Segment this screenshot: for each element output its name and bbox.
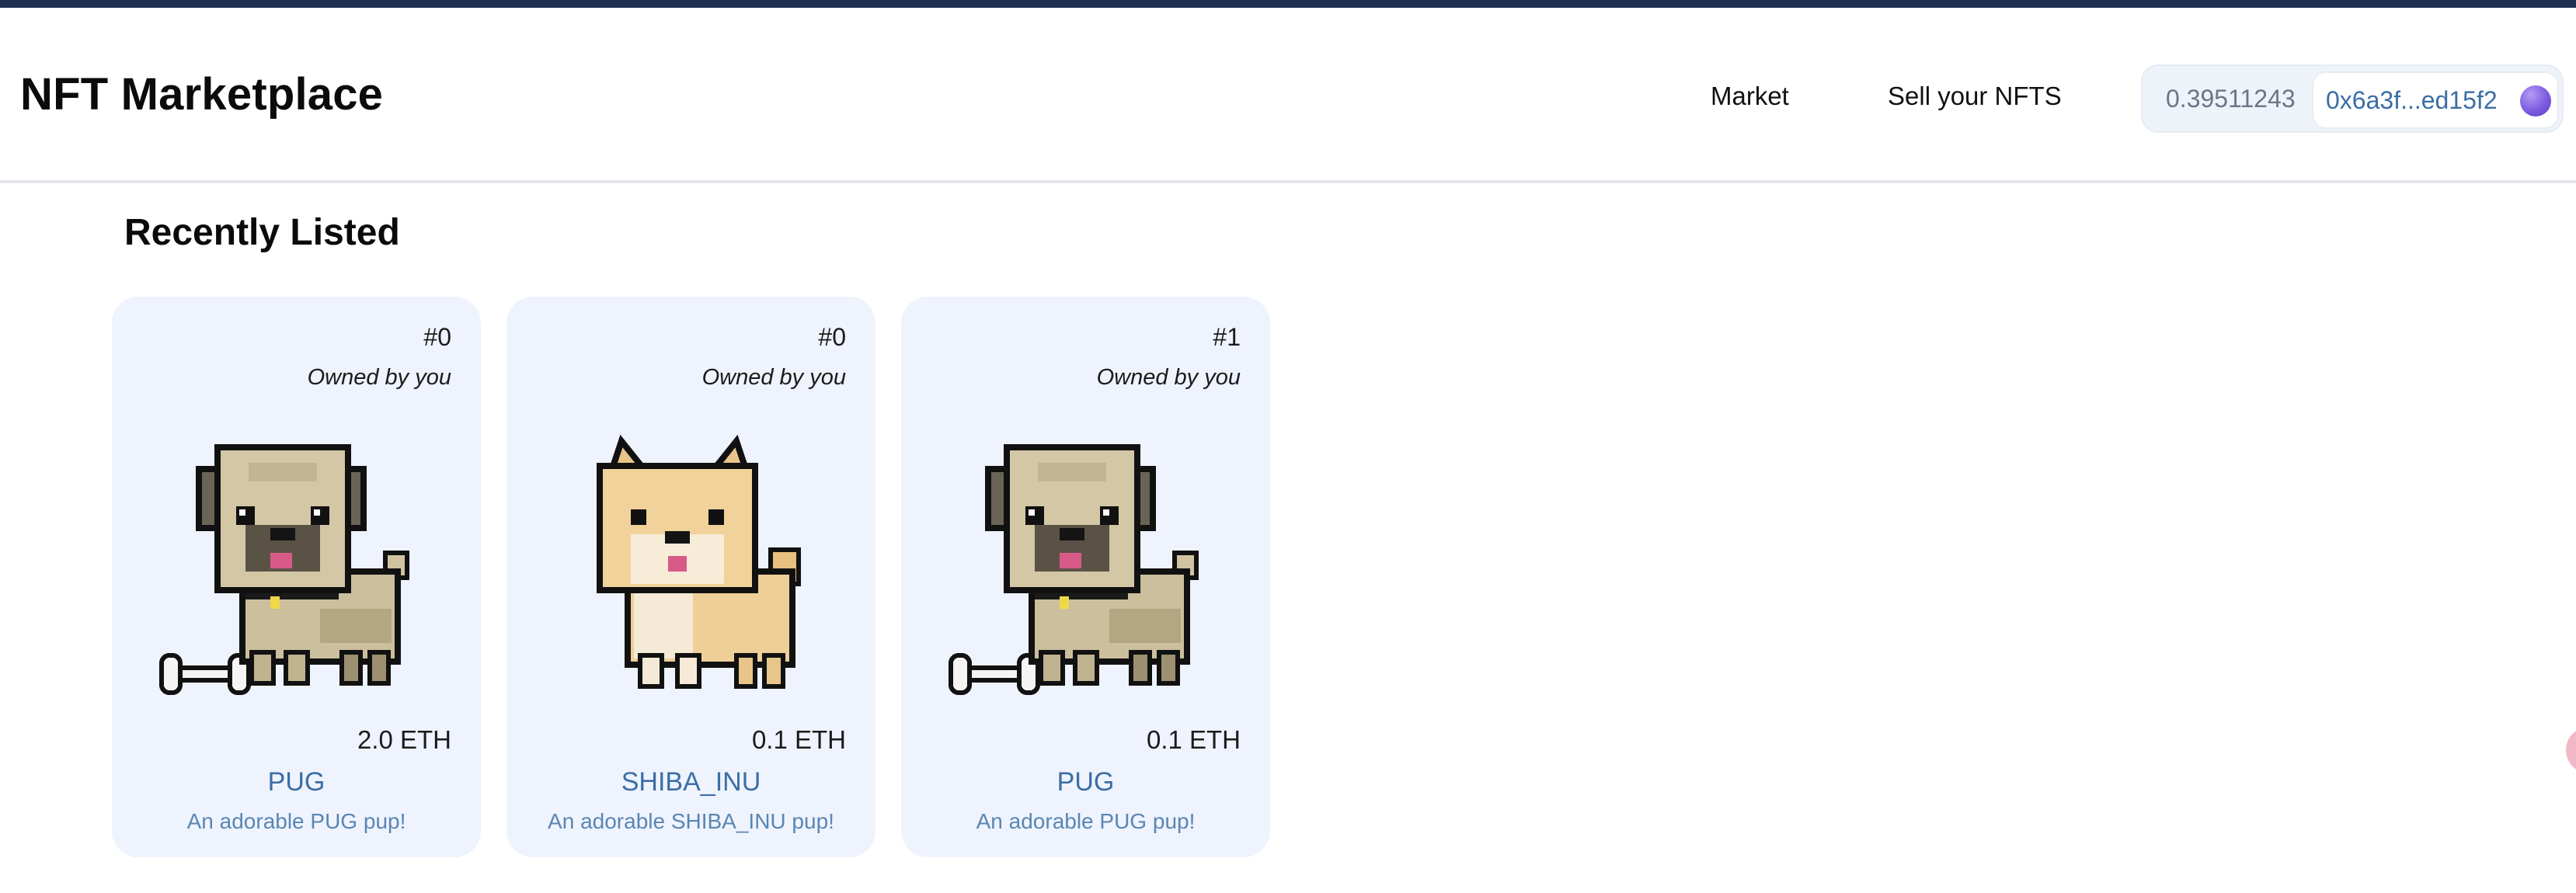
nav-market-link[interactable]: Market — [1711, 82, 1789, 111]
nft-description: An adorable PUG pup! — [186, 809, 406, 833]
nft-card[interactable]: #1 Owned by you 0.1 ETH PUG An adorable … — [901, 297, 1270, 857]
nft-owner: Owned by you — [701, 365, 846, 390]
top-accent-bar — [0, 0, 2576, 8]
nav-sell-nfts-link[interactable]: Sell your NFTS — [1888, 82, 2062, 111]
nft-name: SHIBA_INU — [621, 767, 761, 797]
section-title: Recently Listed — [124, 212, 400, 253]
nft-description: An adorable SHIBA_INU pup! — [548, 809, 834, 833]
nft-token-id: #0 — [818, 323, 846, 351]
wallet-address-button[interactable]: 0x6a3f...ed15f2 — [2312, 71, 2559, 129]
wallet-balance: 0.39511243 — [2166, 85, 2296, 113]
nft-name: PUG — [1057, 767, 1115, 797]
nft-token-id: #0 — [423, 323, 451, 351]
nft-price: 0.1 ETH — [751, 725, 846, 754]
nft-image[interactable] — [553, 435, 833, 714]
nft-owner: Owned by you — [307, 365, 451, 390]
site-header: NFT Marketplace Market Sell your NFTS 0.… — [0, 8, 2576, 183]
nft-card[interactable]: #0 Owned by you 0.1 ETH SHIBA_INU An ado… — [506, 297, 875, 857]
nft-owner: Owned by you — [1096, 365, 1241, 390]
floating-widget-bubble-icon[interactable] — [2566, 727, 2576, 773]
nft-price: 2.0 ETH — [357, 725, 451, 754]
wallet-avatar-icon — [2520, 85, 2551, 116]
nft-card[interactable]: #0 Owned by you 2.0 ETH PUG An adorable … — [112, 297, 481, 857]
nft-image[interactable] — [948, 435, 1227, 714]
nft-image[interactable] — [158, 435, 438, 714]
wallet-widget[interactable]: 0.39511243 0x6a3f...ed15f2 — [2141, 64, 2564, 133]
nft-token-id: #1 — [1213, 323, 1241, 351]
nft-name: PUG — [267, 767, 325, 797]
nft-price: 0.1 ETH — [1146, 725, 1241, 754]
nft-description: An adorable PUG pup! — [976, 809, 1196, 833]
site-title[interactable]: NFT Marketplace — [20, 68, 383, 120]
wallet-address: 0x6a3f...ed15f2 — [2326, 86, 2498, 114]
